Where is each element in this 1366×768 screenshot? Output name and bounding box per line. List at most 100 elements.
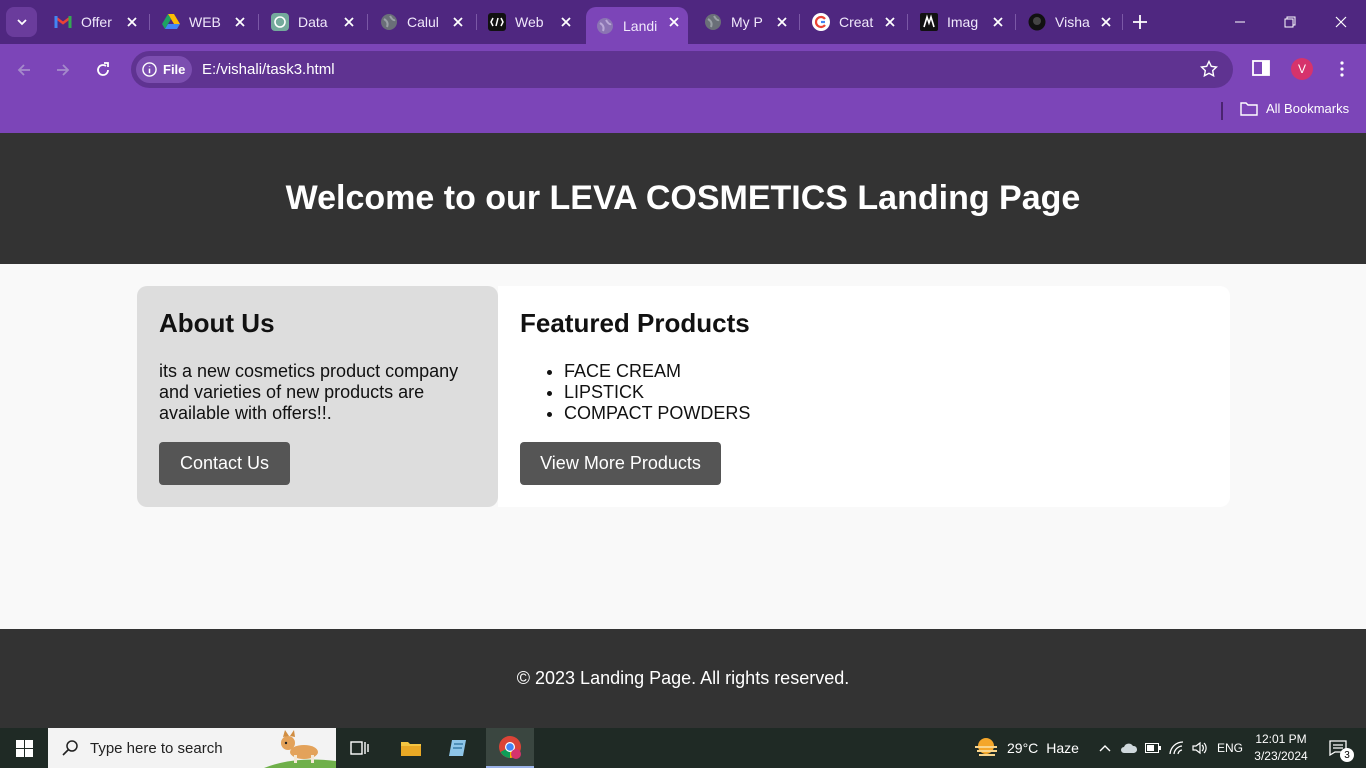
- chevron-down-icon: [16, 19, 27, 26]
- arrow-right-icon: [57, 64, 70, 76]
- tab-title: Data: [298, 14, 328, 30]
- system-clock[interactable]: 12:01 PM 3/23/2024: [1250, 731, 1312, 765]
- tab-separator: [258, 14, 259, 30]
- close-icon[interactable]: [558, 14, 574, 30]
- corgi-illustration-icon: [264, 730, 336, 768]
- bookmarks-label: All Bookmarks: [1266, 101, 1350, 116]
- about-text: its a new cosmetics product company and …: [159, 361, 459, 423]
- info-icon: [142, 62, 157, 77]
- forward-button[interactable]: [52, 59, 74, 81]
- list-item: COMPACT POWDERS: [564, 403, 1208, 424]
- new-tab-button[interactable]: [1130, 12, 1150, 32]
- m-logo-icon: [920, 13, 938, 31]
- arrow-left-icon: [17, 64, 30, 76]
- weather-widget[interactable]: 29°C Haze: [973, 728, 1079, 768]
- tab-drive[interactable]: WEB: [152, 7, 254, 37]
- notification-center-button[interactable]: 3: [1318, 728, 1358, 768]
- cloud-icon: [1121, 743, 1138, 753]
- search-placeholder: Type here to search: [90, 739, 223, 757]
- back-button[interactable]: [13, 59, 35, 81]
- show-hidden-icons-button[interactable]: [1096, 728, 1114, 768]
- side-panel-button[interactable]: [1252, 59, 1270, 82]
- menu-button[interactable]: [1334, 58, 1350, 80]
- tab-separator: [476, 14, 477, 30]
- globe-icon: [596, 17, 614, 35]
- battery-tray-icon[interactable]: [1143, 728, 1163, 768]
- taskbar: Type here to search 29°C Haze ENG 12:01 …: [0, 728, 1366, 768]
- tab-github[interactable]: Visha: [1018, 7, 1120, 37]
- browser-toolbar: File E:/vishali/task3.html V All Bookmar…: [0, 44, 1366, 133]
- site-info-chip[interactable]: File: [136, 56, 192, 83]
- tab-separator: [907, 14, 908, 30]
- task-view-button[interactable]: [336, 728, 384, 768]
- restore-icon: [1284, 16, 1296, 28]
- close-icon[interactable]: [1098, 14, 1114, 30]
- side-panel-icon: [1252, 60, 1270, 76]
- weather-temp: 29°C: [1007, 740, 1039, 756]
- tab-landing-page[interactable]: Landi: [586, 7, 688, 44]
- tab-title: Calul: [407, 14, 439, 30]
- language-indicator[interactable]: ENG: [1214, 728, 1246, 768]
- tab-search-button[interactable]: [6, 7, 37, 37]
- start-button[interactable]: [0, 728, 48, 768]
- tab-separator: [1122, 14, 1123, 30]
- browser-tab-bar: Offer WEB Data Calul Web Landi My P Crea…: [0, 0, 1366, 44]
- products-heading: Featured Products: [520, 308, 750, 338]
- close-icon[interactable]: [124, 14, 140, 30]
- close-icon[interactable]: [882, 14, 898, 30]
- onedrive-tray-icon[interactable]: [1118, 728, 1140, 768]
- close-icon: [1335, 16, 1347, 28]
- tab-title: Visha: [1055, 14, 1090, 30]
- close-icon[interactable]: [774, 14, 790, 30]
- contact-us-button[interactable]: Contact Us: [159, 442, 290, 485]
- close-icon[interactable]: [666, 14, 682, 30]
- products-list: FACE CREAM LIPSTICK COMPACT POWDERS: [564, 361, 1208, 424]
- close-icon[interactable]: [232, 14, 248, 30]
- tab-codepen[interactable]: Web: [478, 7, 580, 37]
- all-bookmarks-button[interactable]: All Bookmarks: [1240, 101, 1349, 116]
- wifi-tray-icon[interactable]: [1167, 728, 1187, 768]
- wifi-icon: [1169, 741, 1184, 755]
- tab-title: My P: [731, 14, 763, 30]
- close-window-button[interactable]: [1331, 12, 1351, 32]
- google-drive-icon: [162, 13, 180, 31]
- about-heading: About Us: [159, 308, 275, 338]
- notepad-icon: [449, 740, 466, 756]
- tab-calculator[interactable]: Calul: [370, 7, 472, 37]
- taskbar-search-box[interactable]: Type here to search: [48, 728, 336, 768]
- tab-chatgpt[interactable]: Data: [261, 7, 363, 37]
- reload-button[interactable]: [92, 59, 114, 81]
- address-bar[interactable]: File E:/vishali/task3.html: [131, 51, 1233, 88]
- tab-title: Landi: [623, 17, 658, 34]
- battery-icon: [1145, 743, 1161, 753]
- globe-icon: [704, 13, 722, 31]
- minimize-button[interactable]: [1230, 12, 1250, 32]
- tab-my-page[interactable]: My P: [694, 7, 796, 37]
- url-text[interactable]: E:/vishali/task3.html: [202, 61, 335, 78]
- restore-button[interactable]: [1280, 12, 1300, 32]
- star-icon: [1199, 59, 1219, 78]
- page-title: Welcome to our LEVA COSMETICS Landing Pa…: [285, 179, 1081, 217]
- tab-title: Web: [515, 14, 544, 30]
- featured-products-section: Featured Products FACE CREAM LIPSTICK CO…: [498, 286, 1230, 507]
- tab-images[interactable]: Imag: [910, 7, 1012, 37]
- more-vert-icon: [1340, 61, 1344, 77]
- page-header: Welcome to our LEVA COSMETICS Landing Pa…: [0, 133, 1366, 264]
- file-explorer-button[interactable]: [387, 728, 435, 768]
- plus-icon: [1133, 15, 1147, 29]
- tab-google[interactable]: Creat: [802, 7, 904, 37]
- close-icon[interactable]: [450, 14, 466, 30]
- view-more-products-button[interactable]: View More Products: [520, 442, 721, 485]
- notepad-app-button[interactable]: [435, 728, 483, 768]
- volume-tray-icon[interactable]: [1190, 728, 1210, 768]
- close-icon[interactable]: [990, 14, 1006, 30]
- tab-title: Creat: [839, 14, 874, 30]
- profile-avatar[interactable]: V: [1291, 58, 1313, 80]
- speaker-icon: [1192, 741, 1207, 755]
- close-icon[interactable]: [341, 14, 357, 30]
- tab-gmail[interactable]: Offer: [44, 7, 146, 37]
- gmail-icon: [54, 13, 72, 31]
- bookmark-star-button[interactable]: [1199, 59, 1219, 83]
- chrome-app-button[interactable]: [486, 728, 534, 768]
- clock-time: 12:01 PM: [1255, 732, 1307, 746]
